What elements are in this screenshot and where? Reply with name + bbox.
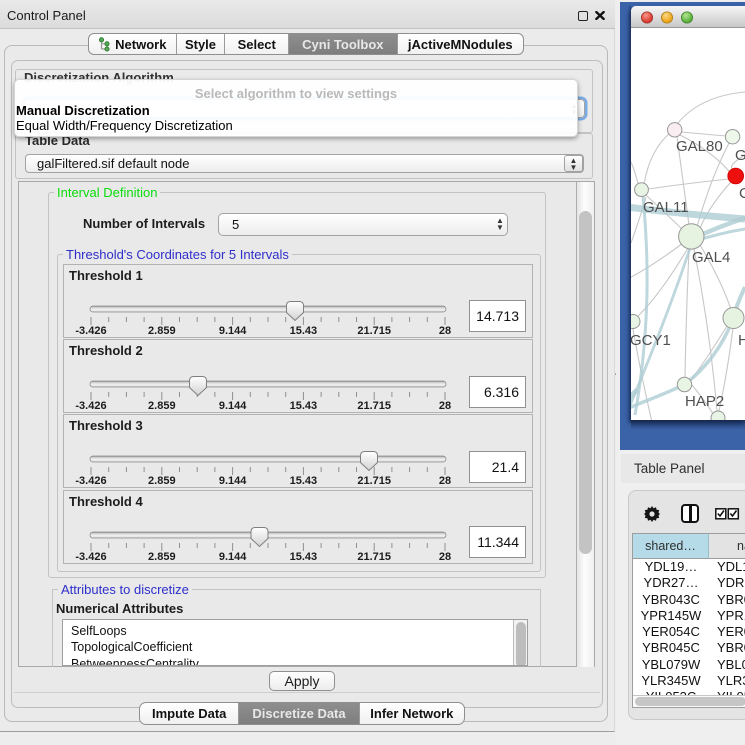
svg-text:28: 28: [439, 475, 451, 487]
svg-text:9.144: 9.144: [219, 551, 247, 563]
svg-text:2.859: 2.859: [148, 475, 176, 487]
svg-text:9.144: 9.144: [219, 400, 247, 412]
svg-text:15.43: 15.43: [290, 400, 318, 412]
svg-text:GAL11: GAL11: [643, 199, 689, 216]
svg-text:-3.426: -3.426: [75, 325, 106, 337]
svg-text:-3.426: -3.426: [75, 551, 106, 563]
svg-text:21.715: 21.715: [357, 400, 391, 412]
svg-text:GA: GA: [735, 147, 745, 164]
svg-text:28: 28: [439, 325, 451, 337]
svg-text:GAL4: GAL4: [692, 249, 730, 266]
svg-text:15.43: 15.43: [290, 325, 318, 337]
svg-text:C: C: [739, 185, 745, 202]
svg-text:2.859: 2.859: [148, 400, 176, 412]
svg-text:9.144: 9.144: [219, 325, 247, 337]
svg-text:21.715: 21.715: [357, 475, 391, 487]
svg-text:-3.426: -3.426: [75, 400, 106, 412]
svg-text:9.144: 9.144: [219, 475, 247, 487]
svg-text:H: H: [738, 332, 745, 349]
svg-text:-3.426: -3.426: [75, 475, 106, 487]
svg-text:2.859: 2.859: [148, 551, 176, 563]
svg-text:21.715: 21.715: [357, 325, 391, 337]
svg-text:28: 28: [439, 551, 451, 563]
svg-text:HAP2: HAP2: [685, 393, 724, 410]
svg-text:2.859: 2.859: [148, 325, 176, 337]
svg-text:15.43: 15.43: [290, 475, 318, 487]
svg-text:28: 28: [439, 400, 451, 412]
svg-text:15.43: 15.43: [290, 551, 318, 563]
svg-text:GCY1: GCY1: [631, 332, 671, 349]
svg-text:GAL80: GAL80: [676, 138, 723, 155]
svg-text:21.715: 21.715: [357, 551, 391, 563]
